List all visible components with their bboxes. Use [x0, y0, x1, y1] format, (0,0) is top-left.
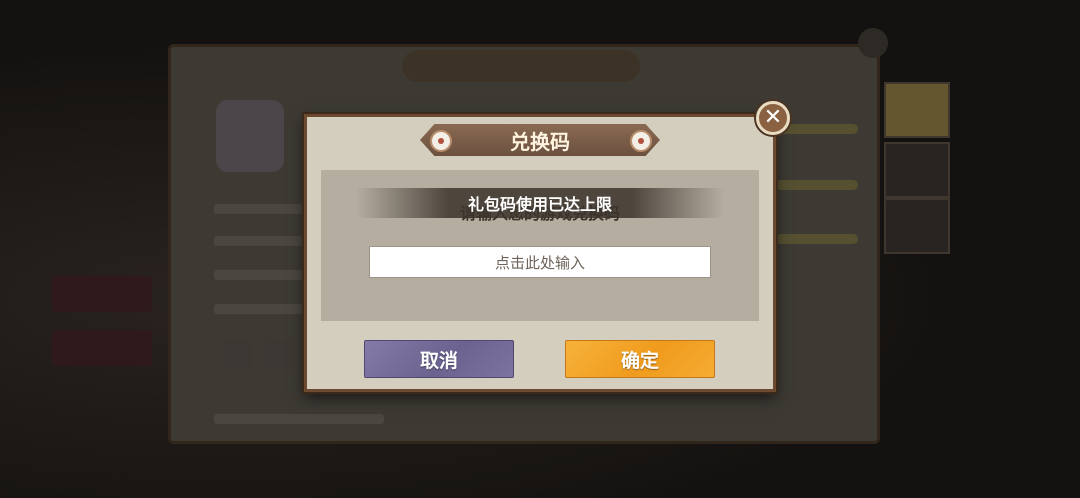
- dialog-title: 兑换码: [420, 124, 660, 156]
- background-panel-title: [402, 50, 640, 82]
- background-row: [214, 270, 304, 280]
- redeem-code-input[interactable]: 点击此处输入: [369, 246, 711, 278]
- background-card: [52, 330, 152, 366]
- background-row: [214, 236, 304, 246]
- background-side-tab: [884, 198, 950, 254]
- background-close-icon: [858, 28, 888, 58]
- background-row: [214, 204, 304, 214]
- close-button[interactable]: ✕: [756, 101, 790, 135]
- limit-reached-toast: 礼包码使用已达上限: [356, 188, 724, 218]
- background-slider: [776, 180, 858, 190]
- background-side-tab: [884, 82, 950, 138]
- background-avatar: [216, 100, 284, 172]
- background-icon: [222, 340, 252, 370]
- close-icon: ✕: [763, 105, 783, 130]
- ribbon-ornament-icon: [430, 130, 452, 152]
- background-side-tab: [884, 142, 950, 198]
- background-slider: [776, 234, 858, 244]
- background-slider: [776, 124, 858, 134]
- background-icon: [264, 340, 294, 370]
- cancel-button[interactable]: 取消: [364, 340, 514, 378]
- ribbon-ornament-icon: [630, 130, 652, 152]
- background-card: [52, 276, 152, 312]
- background-row: [214, 304, 304, 314]
- confirm-button[interactable]: 确定: [565, 340, 715, 378]
- background-row: [214, 414, 384, 424]
